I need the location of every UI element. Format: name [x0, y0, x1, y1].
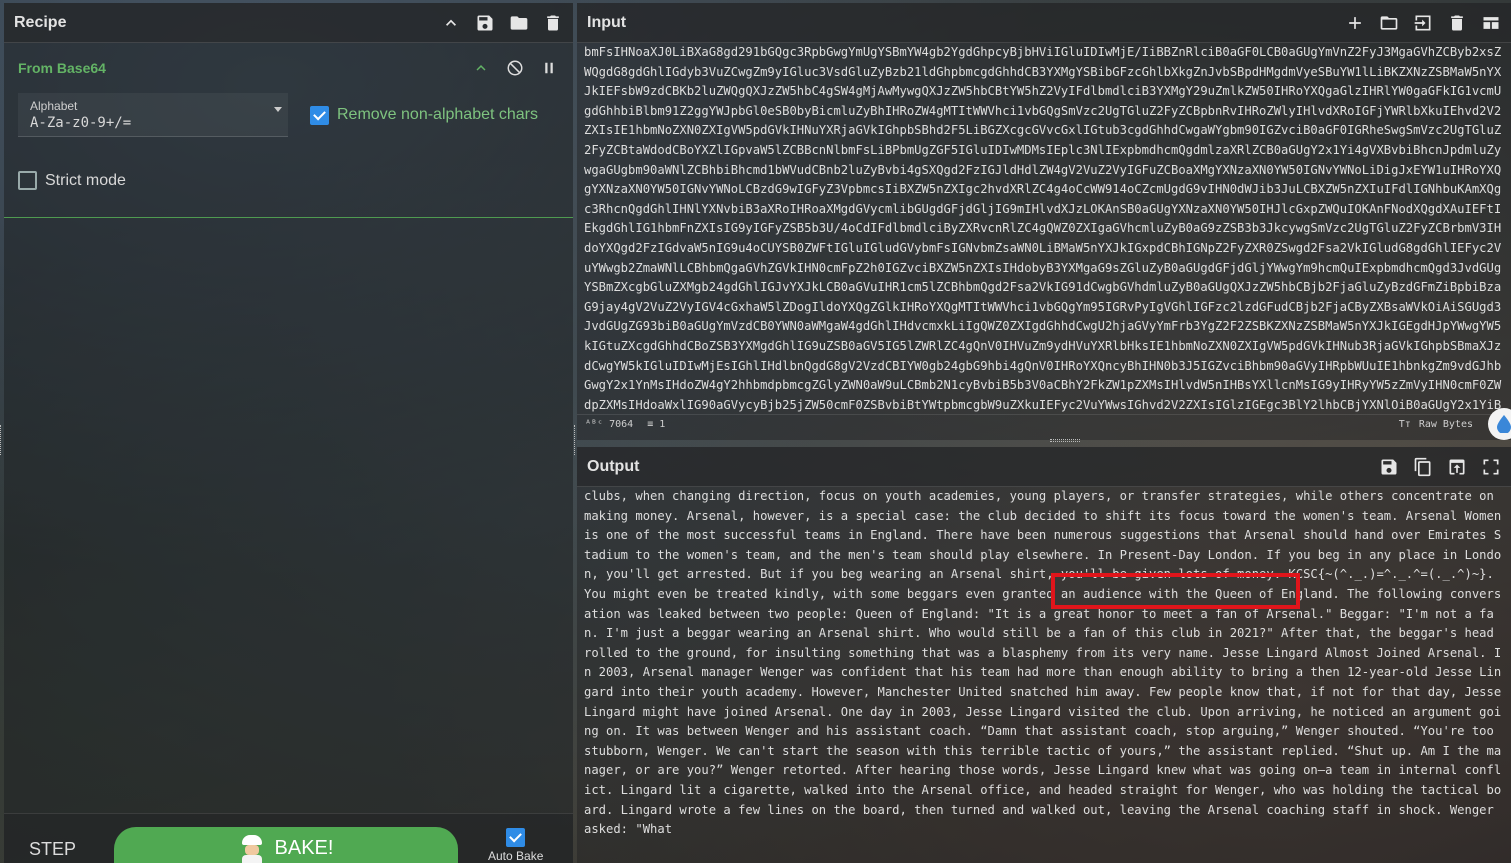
raw-bytes-toggle[interactable]: Tт Raw Bytes [1399, 419, 1473, 430]
length-counter: ᴬᴮᶜ 7064 [585, 419, 634, 430]
strict-mode-checkbox[interactable]: Strict mode [18, 171, 559, 190]
checkbox-checked-icon[interactable] [310, 105, 329, 125]
remove-non-alphabet-checkbox[interactable]: Remove non-alphabet chars [310, 105, 539, 125]
recipe-pane: Recipe From Base64 Alphabet A-Za-z0-9+/=… [4, 3, 573, 863]
input-header: Input [577, 3, 1511, 43]
layout-icon[interactable] [1481, 13, 1501, 33]
folder-icon[interactable] [509, 13, 529, 33]
add-icon[interactable] [1345, 13, 1365, 33]
trash-icon[interactable] [543, 13, 563, 33]
pane-resize-handle[interactable] [1050, 439, 1080, 442]
flag-highlight-box [1051, 573, 1300, 609]
text-type-icon: Tт [1398, 419, 1411, 430]
checkbox-checked-icon[interactable] [506, 828, 526, 847]
pause-icon[interactable] [539, 58, 559, 78]
alphabet-select[interactable]: Alphabet A-Za-z0-9+/= [18, 93, 288, 137]
raw-bytes-label: Raw Bytes [1418, 419, 1473, 430]
operation-name: From Base64 [18, 60, 106, 76]
open-folder-icon[interactable] [1379, 13, 1399, 33]
alphabet-label: Alphabet [30, 99, 78, 113]
output-text-after: . You might even be treated kindly, with… [584, 567, 1509, 837]
auto-bake-toggle[interactable]: Auto Bake [488, 814, 543, 863]
remove-non-alphabet-label: Remove non-alphabet chars [337, 106, 539, 123]
flag-text: KCSC{~(^._.)=^._.^=(._.^)~} [1288, 567, 1487, 582]
lines-counter: ≡ 1 [647, 419, 666, 430]
recipe-title: Recipe [14, 13, 67, 31]
operation-from-base64: From Base64 Alphabet A-Za-z0-9+/= Remove… [4, 43, 573, 218]
recipe-controls: STEP BAKE! Auto Bake [4, 813, 573, 863]
import-icon[interactable] [1413, 13, 1433, 33]
output-title: Output [587, 457, 640, 475]
trash-icon[interactable] [1447, 13, 1467, 33]
bake-label: BAKE! [274, 837, 334, 859]
operation-divider [4, 217, 573, 218]
fullscreen-icon[interactable] [1481, 457, 1501, 477]
save-icon[interactable] [475, 13, 495, 33]
chevron-up-icon[interactable] [441, 13, 461, 33]
input-pane: Input bmFsIHNoaXJ0LiBXaG8gd291bGQgc3RpbG… [577, 3, 1511, 442]
chevron-up-icon[interactable] [471, 58, 491, 78]
save-icon[interactable] [1379, 457, 1399, 477]
output-header: Output [577, 447, 1511, 487]
chef-icon [239, 834, 265, 863]
input-status-bar: ᴬᴮᶜ 7064 ≡ 1 Tт Raw Bytes [577, 414, 1511, 434]
recipe-header: Recipe [4, 3, 573, 43]
resize-handle[interactable] [0, 425, 3, 455]
step-button[interactable]: STEP [14, 817, 114, 860]
drop-icon[interactable] [1488, 408, 1511, 440]
checkbox-unchecked-icon[interactable] [18, 171, 37, 190]
disable-icon[interactable] [505, 58, 525, 78]
alphabet-value: A-Za-z0-9+/= [30, 115, 132, 131]
copy-icon[interactable] [1413, 457, 1433, 477]
input-text[interactable]: bmFsIHNoaXJ0LiBXaG8gd291bGQgc3RpbGwgYmUg… [577, 43, 1511, 414]
dropdown-arrow-icon [274, 107, 282, 112]
replace-input-icon[interactable] [1447, 457, 1467, 477]
auto-bake-label: Auto Bake [488, 849, 544, 863]
output-pane: Output clubs, when changing direction, f… [577, 447, 1511, 863]
bake-button[interactable]: BAKE! [114, 826, 458, 863]
strict-mode-label: Strict mode [45, 171, 126, 189]
output-text[interactable]: clubs, when changing direction, focus on… [577, 487, 1511, 857]
input-title: Input [587, 13, 627, 31]
